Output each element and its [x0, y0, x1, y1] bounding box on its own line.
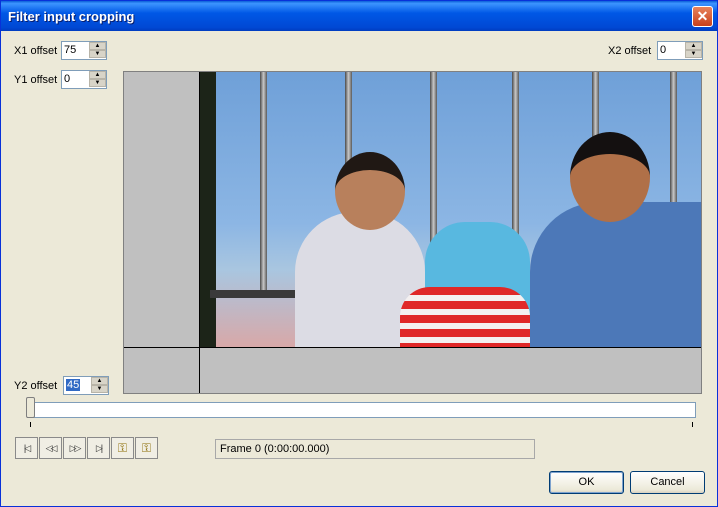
- y1-offset-spinner[interactable]: 0 ▲ ▼: [61, 70, 107, 89]
- y2-offset-spinner[interactable]: 45 ▲ ▼: [63, 376, 109, 395]
- go-to-start-icon: |◁: [23, 443, 31, 453]
- frame-figure-boy-body: [530, 202, 701, 347]
- timeline-track[interactable]: [27, 402, 696, 418]
- y1-offset-up-button[interactable]: ▲: [89, 71, 106, 79]
- timeline-thumb[interactable]: [26, 397, 35, 418]
- x1-offset-up-button[interactable]: ▲: [89, 42, 106, 50]
- go-to-end-button[interactable]: ▷|: [87, 437, 110, 459]
- x2-offset-up-button[interactable]: ▲: [685, 42, 702, 50]
- x1-offset-value[interactable]: 75: [64, 44, 76, 56]
- dialog-window: Filter input cropping ✕ X1 offset 75 ▲ ▼…: [0, 0, 718, 507]
- frame-bar: [260, 72, 267, 297]
- crop-line-bottom[interactable]: [124, 347, 701, 348]
- next-keyframe-button[interactable]: ⚿: [135, 437, 158, 459]
- step-back-icon: ◁◁: [45, 443, 58, 453]
- ok-button[interactable]: OK: [549, 471, 624, 494]
- dialog-client-area: X1 offset 75 ▲ ▼ X2 offset 0 ▲ ▼ Y1 offs…: [4, 31, 714, 505]
- y1-offset-down-button[interactable]: ▼: [89, 79, 106, 87]
- video-frame-image: [200, 72, 701, 347]
- window-title: Filter input cropping: [8, 9, 135, 24]
- close-icon: ✕: [696, 8, 709, 24]
- x1-offset-label: X1 offset: [14, 45, 58, 57]
- next-keyframe-icon: ⚿: [141, 441, 152, 455]
- x2-offset-label: X2 offset: [608, 45, 652, 57]
- frame-figure-toy-stripes: [400, 287, 530, 347]
- step-back-button[interactable]: ◁◁: [39, 437, 62, 459]
- y2-offset-down-button[interactable]: ▼: [91, 385, 108, 393]
- timeline-tick-start: [30, 422, 31, 427]
- frame-wall: [200, 72, 216, 347]
- close-button[interactable]: ✕: [692, 6, 713, 27]
- cancel-button[interactable]: Cancel: [630, 471, 705, 494]
- x2-offset-down-button[interactable]: ▼: [685, 50, 702, 58]
- video-preview[interactable]: [123, 71, 702, 394]
- timeline-tick-end: [692, 422, 693, 427]
- x1-offset-arrows[interactable]: ▲ ▼: [89, 42, 106, 59]
- crop-line-left[interactable]: [199, 72, 200, 393]
- y1-offset-arrows[interactable]: ▲ ▼: [89, 71, 106, 88]
- step-forward-icon: ▷▷: [69, 443, 82, 453]
- frame-position-readout: Frame 0 (0:00:00.000): [215, 439, 535, 459]
- frame-figure-boy-head: [570, 132, 650, 222]
- x2-offset-value[interactable]: 0: [660, 44, 666, 56]
- x2-offset-spinner[interactable]: 0 ▲ ▼: [657, 41, 703, 60]
- y2-offset-value[interactable]: 45: [66, 379, 81, 391]
- x1-offset-spinner[interactable]: 75 ▲ ▼: [61, 41, 107, 60]
- go-to-end-icon: ▷|: [95, 443, 103, 453]
- title-bar[interactable]: Filter input cropping ✕: [1, 1, 717, 31]
- y2-offset-arrows[interactable]: ▲ ▼: [91, 377, 108, 394]
- prev-keyframe-button[interactable]: ⚿: [111, 437, 134, 459]
- y1-offset-value[interactable]: 0: [64, 73, 70, 85]
- y2-offset-up-button[interactable]: ▲: [91, 377, 108, 385]
- frame-figure-girl-head: [335, 152, 405, 230]
- step-forward-button[interactable]: ▷▷: [63, 437, 86, 459]
- x2-offset-arrows[interactable]: ▲ ▼: [685, 42, 702, 59]
- prev-keyframe-icon: ⚿: [117, 441, 128, 455]
- x1-offset-down-button[interactable]: ▼: [89, 50, 106, 58]
- y1-offset-label: Y1 offset: [14, 74, 58, 86]
- go-to-start-button[interactable]: |◁: [15, 437, 38, 459]
- y2-offset-label: Y2 offset: [14, 380, 58, 392]
